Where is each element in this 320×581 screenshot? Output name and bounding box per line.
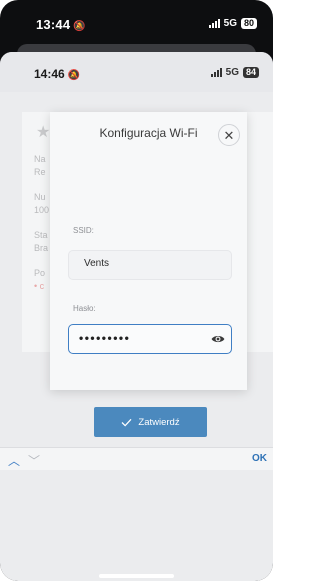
ssid-field[interactable]: Vents (68, 250, 232, 280)
bg-label: Na (34, 154, 46, 164)
battery-icon: 84 (242, 67, 259, 78)
inner-clock: 14:46 🔕 (34, 67, 80, 81)
outer-time-text: 13:44 (36, 17, 71, 32)
chevron-down-icon[interactable]: ﹀ (28, 452, 40, 469)
close-button[interactable]: ✕ (218, 124, 240, 146)
bg-status: • c (34, 281, 45, 291)
app-sheet: 14:46 🔕 5G 84 ★ Na Re Nu 100 Sta Bra Po •… (0, 52, 273, 581)
submit-label: Zatwierdź (138, 416, 180, 428)
signal-icon (210, 68, 222, 77)
check-icon (121, 418, 132, 427)
wifi-config-dialog: Konfiguracja Wi-Fi ✕ SSID: Vents Hasło: … (50, 112, 247, 437)
inner-status-indicators: 5G 84 (210, 67, 259, 78)
password-value: ••••••••• (79, 331, 131, 345)
outer-clock: 13:44 🔕 (36, 17, 86, 32)
password-field[interactable]: ••••••••• (68, 324, 232, 354)
bell-slash-icon: 🔕 (73, 21, 86, 32)
bell-slash-icon: 🔕 (67, 70, 81, 81)
eye-icon[interactable] (211, 332, 225, 346)
ok-button[interactable]: OK (252, 453, 267, 464)
bg-value: Re (34, 167, 46, 177)
outer-status-bar: 13:44 🔕 5G 80 (0, 0, 273, 44)
chevron-up-icon[interactable]: ︿ (8, 452, 20, 469)
star-icon: ★ (36, 124, 51, 141)
bg-value: Bra (34, 243, 49, 253)
keyboard-accessory-bar: ︿ ﹀ OK (0, 447, 273, 470)
ssid-value: Vents (84, 258, 110, 269)
phone-screen: 13:44 🔕 5G 80 14:46 🔕 5G 84 ★ Na Re Nu 100… (0, 0, 273, 581)
home-indicator (99, 574, 174, 578)
bg-label: Sta (34, 230, 48, 240)
bg-label: Po (34, 268, 46, 278)
outer-status-indicators: 5G 80 (208, 18, 257, 29)
inner-status-bar: 14:46 🔕 5G 84 (0, 52, 273, 92)
inner-time-text: 14:46 (34, 67, 65, 81)
close-icon: ✕ (223, 127, 235, 143)
signal-icon (208, 19, 220, 28)
battery-icon: 80 (240, 18, 257, 29)
network-type: 5G (223, 18, 237, 29)
submit-button[interactable]: Zatwierdź (94, 407, 207, 437)
password-label: Hasło: (73, 304, 96, 313)
ssid-label: SSID: (73, 226, 94, 235)
bg-value: 100 (34, 205, 50, 215)
network-type: 5G (225, 67, 239, 78)
bg-label: Nu (34, 192, 46, 202)
